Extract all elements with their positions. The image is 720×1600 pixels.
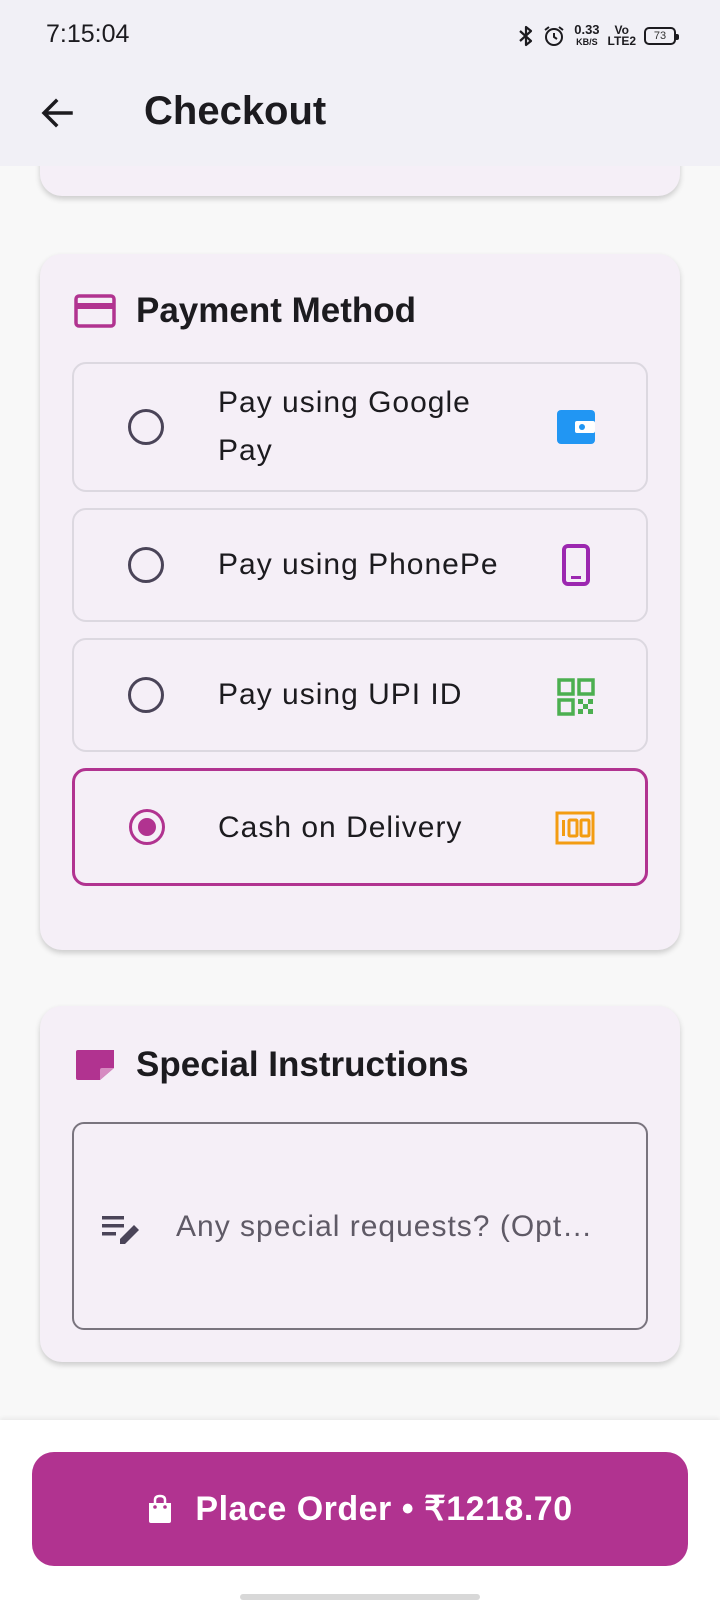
payment-option-label: Cash on Delivery — [218, 811, 463, 844]
payment-method-header: Payment Method — [74, 286, 416, 336]
payment-option-label: Pay using Google Pay — [218, 386, 471, 467]
payment-option-upi-id[interactable]: Pay using UPI ID — [72, 638, 648, 752]
alarm-icon — [544, 26, 564, 46]
back-button[interactable] — [30, 86, 84, 140]
network-speed-unit: KB/S — [576, 37, 598, 47]
volte-bottom: LTE2 — [607, 34, 636, 48]
status-time: 7:15:04 — [46, 20, 130, 48]
radio-cash-on-delivery[interactable] — [129, 809, 165, 845]
edit-note-icon — [102, 1216, 139, 1244]
battery-level: 73 — [653, 30, 667, 42]
battery-icon: 73 — [644, 27, 679, 45]
shopping-bag-icon — [149, 1494, 172, 1523]
network-speed: 0.33 KB/S — [574, 22, 600, 48]
special-instructions-title: Special Instructions — [136, 1045, 469, 1084]
radio-upi-id[interactable] — [128, 677, 164, 713]
smartphone-icon — [556, 544, 596, 586]
special-instructions-header: Special Instructions — [74, 1040, 469, 1090]
bottom-bar: Place Order • ₹1218.70 — [0, 1420, 720, 1600]
arrow-back-icon — [41, 98, 73, 128]
special-instructions-card: Special Instructions — [40, 1006, 680, 1362]
payment-option-google-pay[interactable]: Pay using Google Pay — [72, 362, 648, 492]
radio-phonepe[interactable] — [128, 547, 164, 583]
payment-option-label: Pay using UPI ID — [218, 678, 463, 711]
sticky-note-icon — [76, 1050, 114, 1080]
payment-option-phonepe[interactable]: Pay using PhonePe — [72, 508, 648, 622]
special-instructions-input[interactable] — [176, 1204, 616, 1250]
money-icon — [555, 808, 595, 848]
wallet-icon — [556, 407, 596, 447]
radio-google-pay[interactable] — [128, 409, 164, 445]
page-title: Checkout — [144, 89, 327, 133]
payment-option-cash-on-delivery[interactable]: Cash on Delivery — [72, 768, 648, 886]
status-icons: 0.33 KB/S Vo LTE2 73 — [518, 20, 679, 52]
credit-card-icon — [74, 294, 116, 328]
app-bar: 7:15:04 0.33 KB/S Vo LTE2 73 Checkout — [0, 0, 720, 166]
special-instructions-field[interactable] — [72, 1122, 648, 1330]
bluetooth-icon — [519, 25, 533, 47]
qr-code-icon — [556, 677, 596, 717]
payment-method-title: Payment Method — [136, 291, 417, 330]
payment-option-label: Pay using PhonePe — [218, 548, 499, 581]
volte-indicator: Vo LTE2 — [607, 24, 636, 48]
home-indicator[interactable] — [240, 1594, 480, 1600]
place-order-label: Place Order • ₹1218.70 — [195, 1490, 573, 1528]
place-order-button[interactable]: Place Order • ₹1218.70 — [32, 1452, 688, 1566]
network-speed-value: 0.33 — [574, 22, 600, 37]
payment-method-card: Payment Method Pay using Google Pay Pay … — [40, 254, 680, 950]
